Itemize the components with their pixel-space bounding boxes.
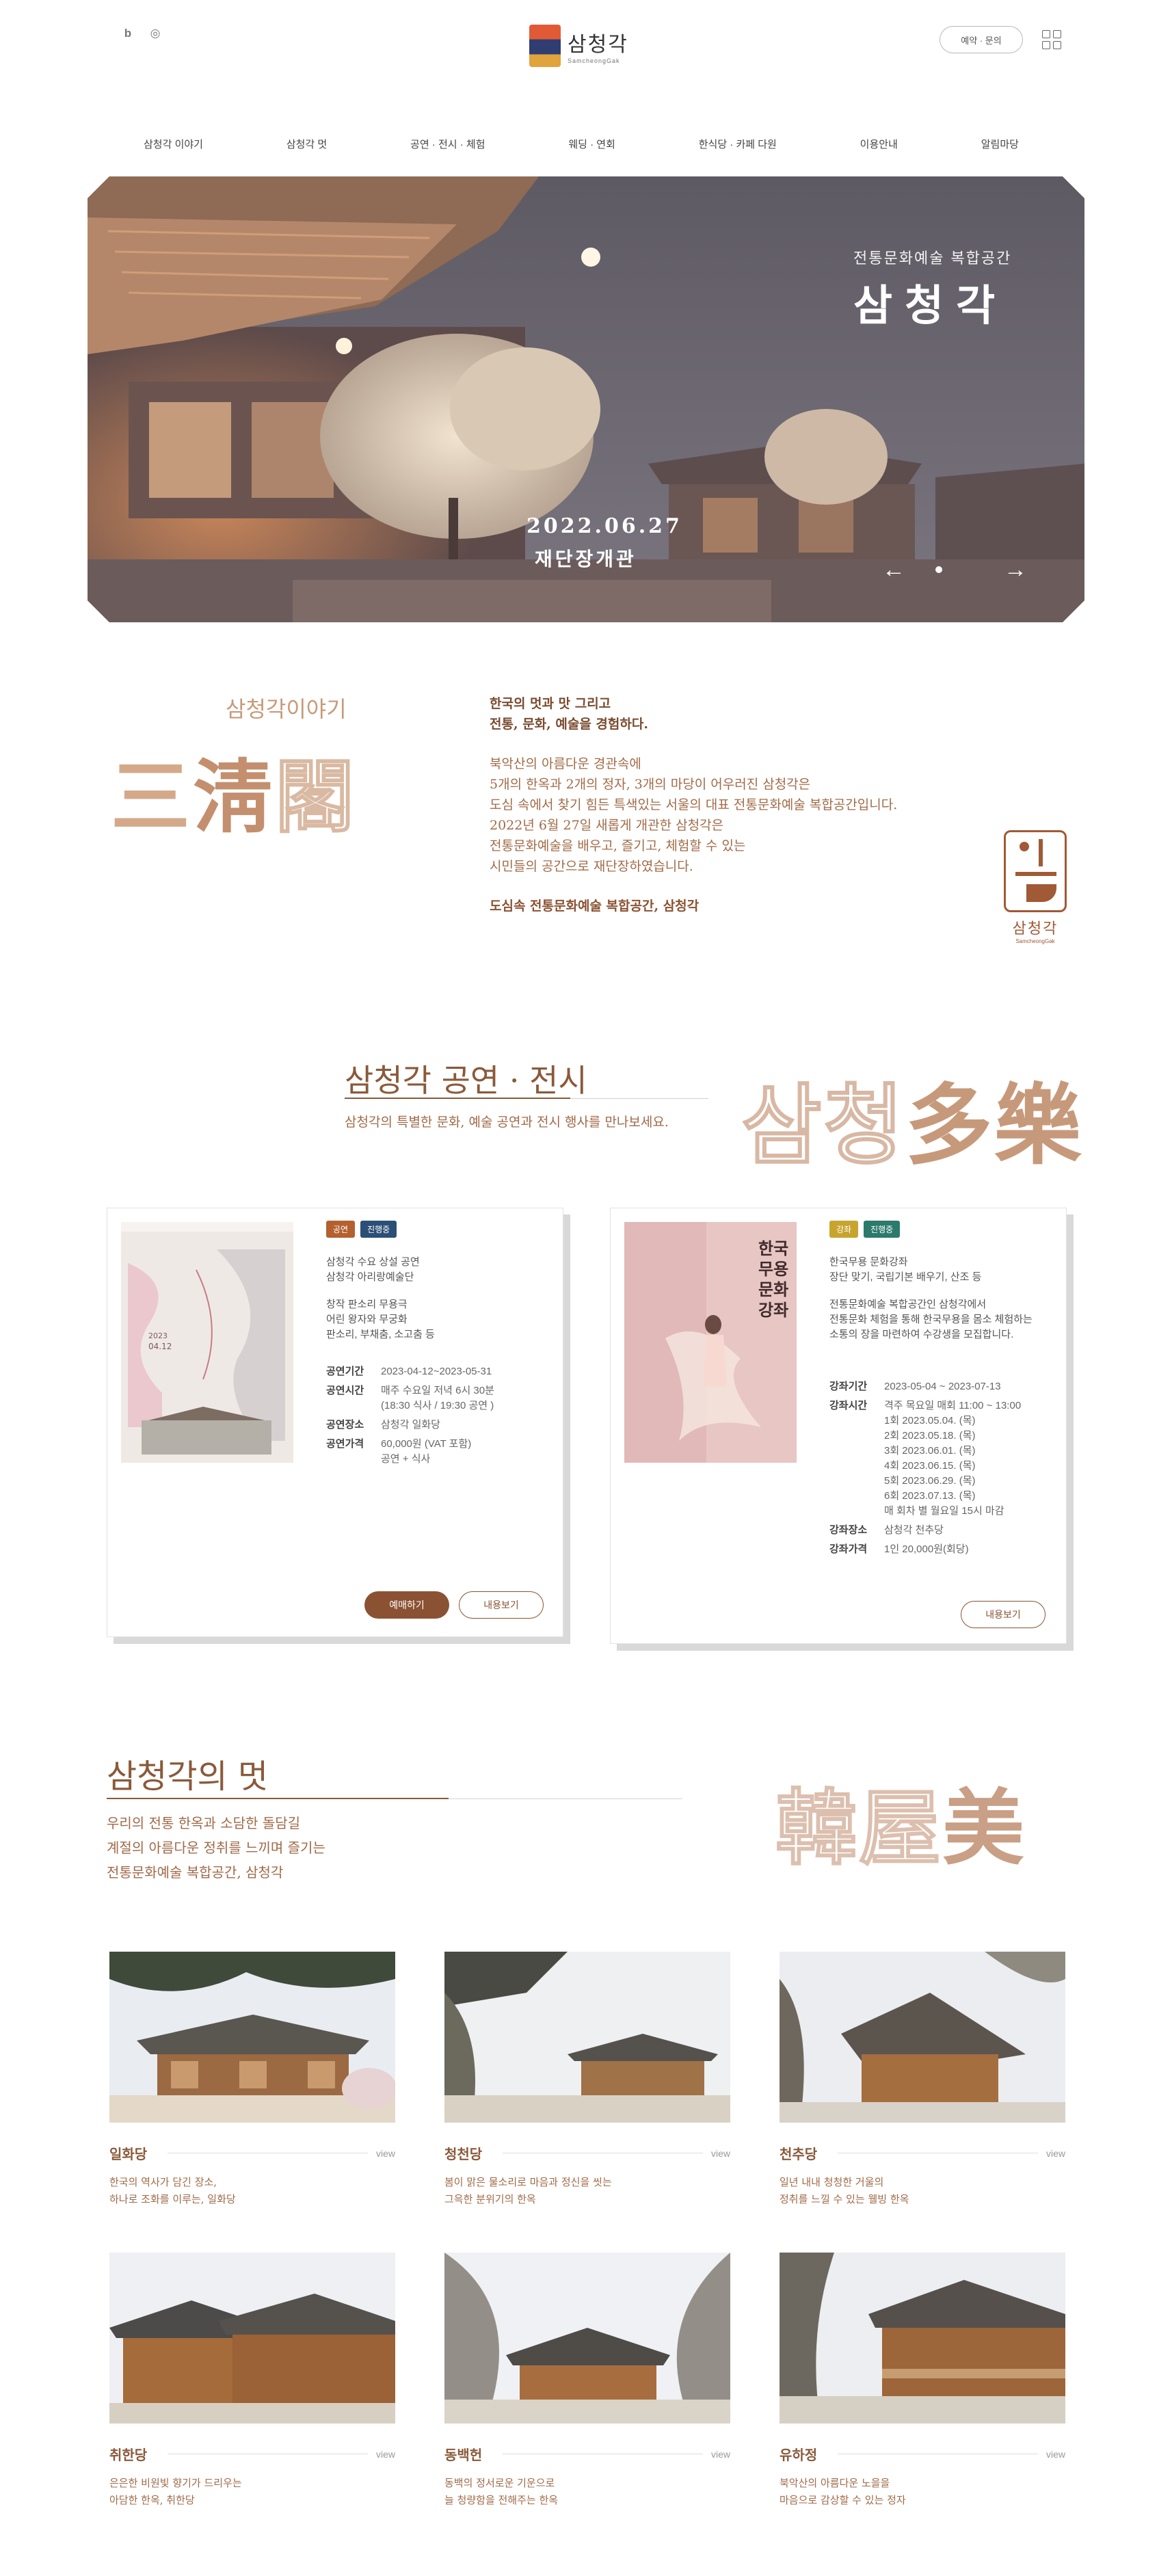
building-photo [780,1952,1065,2123]
hero-prev-arrow-icon[interactable]: ← [882,557,905,583]
blog-icon[interactable]: b [122,27,134,40]
performance-poster-image: 2023 04.12 [121,1222,293,1463]
story-text: 한국의 멋과 맛 그리고 전통, 문화, 예술을 경험하다. 북악산의 아름다운… [490,693,968,916]
beauty-deco-text: 韓屋美 [775,1779,1026,1877]
nav-item-beauty[interactable]: 삼청각 멋 [280,134,334,154]
reserve-inquiry-button[interactable]: 예약 · 문의 [940,26,1023,53]
card-badges: 공연 진행중 [326,1221,397,1238]
lecture-poster-title: 한국무용 문화강좌 [758,1238,789,1320]
building-desc: 동백의 정서로운 기운으로 늘 청량함을 전해주는 한옥 [444,2477,559,2506]
hero-title: 삼청각 [853,280,1008,330]
building-photo [444,1952,730,2123]
building-name: 천추당 [780,2146,818,2162]
logo-subtitle: SamcheongGak [568,57,620,64]
card-info-rows: 공연기간 2023-04-12~2023-05-31 공연시간 매주 수요일 저녁 … [326,1366,494,1465]
view-details-button[interactable]: 내용보기 [459,1591,544,1619]
performance-deco-text: 삼청多樂 [741,1074,1083,1178]
view-link[interactable]: view [376,2449,395,2460]
story-body: 북악산의 아름다운 경관속에 5개의 한옥과 2개의 정자, 3개의 마당이 어… [490,756,898,874]
building-card[interactable]: 유하정 view 북악산의 아름다운 노을을 마음으로 감상할 수 있는 정자 [780,2253,1065,2509]
performance-card[interactable]: 2023 04.12 공연 진행중 삼청각 수요 상설 공연 삼청각 아리랑예술… [107,1208,563,1637]
building-name: 유하정 [780,2447,818,2463]
card-intro: 삼청각 수요 상설 공연 삼청각 아리랑예술단 창작 판소리 무용극 어린 왕자… [326,1256,435,1340]
building-name: 일화당 [109,2146,148,2162]
nav-item-restaurant[interactable]: 한식당 · 카페 다원 [692,134,784,154]
social-links: b ◎ [122,27,161,40]
story-lead: 한국의 멋과 맛 그리고 전통, 문화, 예술을 경험하다. [490,696,648,732]
story-section-label: 삼청각이야기 [226,696,347,722]
emblem-mark-icon [1004,830,1067,912]
status-badge: 진행중 [360,1221,397,1238]
performance-section-subtitle: 삼청각의 특별한 문화, 예술 공연과 전시 행사를 만나보세요. [345,1115,669,1130]
view-link[interactable]: view [1046,2449,1065,2460]
category-badge: 강좌 [829,1221,859,1238]
site-logo[interactable]: 삼청각 SamcheongGak [529,25,628,67]
nav-item-guide[interactable]: 이용안내 [853,134,905,154]
nav-item-wedding[interactable]: 웨딩 · 연회 [561,134,622,154]
instagram-icon[interactable]: ◎ [149,27,161,40]
story-hanja-deco: 三淸閣 [111,750,357,845]
hero-date: 2022.06.27 [527,514,682,538]
view-link[interactable]: view [711,2449,730,2460]
card-intro: 한국무용 문화강좌 장단 맞기, 국립기본 배우기, 산조 등 전통문화예술 복… [829,1256,1033,1340]
building-desc: 일년 내내 청청한 거울의 정취를 느낄 수 있는 웰빙 한옥 [780,2176,909,2205]
building-desc: 한국의 역사가 담긴 장소, 하나로 조화를 이루는, 일화당 [109,2176,236,2205]
reserve-button[interactable]: 예매하기 [364,1591,449,1619]
building-photo [444,2253,730,2424]
nav-item-performance[interactable]: 공연 · 전시 · 체험 [403,134,492,154]
category-badge: 공연 [326,1221,356,1238]
logo-title: 삼청각 [568,33,628,57]
hero-next-arrow-icon[interactable]: → [1004,557,1027,583]
building-photo [109,2253,395,2424]
building-name: 취한당 [109,2447,148,2463]
building-desc: 봄이 맑은 물소리로 마음과 정신을 씻는 그윽한 분위기의 한옥 [444,2176,612,2205]
lecture-card[interactable]: 한국무용 문화강좌 강좌 진행중 한국무용 문화강좌 장단 맞기, 국립기본 배… [610,1208,1067,1644]
status-badge: 진행중 [864,1221,901,1238]
card-info-rows: 강좌기간 2023-05-04 ~ 2023-07-13 강좌시간 격주 목요일 매… [829,1381,1022,1555]
lecture-poster-image: 한국무용 문화강좌 [624,1222,797,1463]
svg-text:04.12: 04.12 [148,1342,172,1351]
beauty-section-title: 삼청각의 멋 [107,1757,269,1796]
building-card[interactable]: 일화당 view 한국의 역사가 담긴 장소, 하나로 조화를 이루는, 일화당 [109,1952,395,2208]
view-link[interactable]: view [1046,2148,1065,2159]
hero-subtitle: 전통문화예술 복합공간 [853,250,1012,267]
view-link[interactable]: view [376,2148,395,2159]
hero-pagination-dot[interactable] [935,566,942,573]
view-link[interactable]: view [711,2148,730,2159]
story-tagline: 도심속 전통문화예술 복합공간, 삼청각 [490,899,700,914]
building-card[interactable]: 취한당 view 은은한 비원빛 향기가 드리우는 아담한 한옥, 취한당 [109,2253,395,2509]
hero-location: 재단장개관 [535,548,637,570]
performance-title-divider [345,1098,708,1099]
building-desc: 은은한 비원빛 향기가 드리우는 아담한 한옥, 취한당 [109,2477,242,2506]
building-card[interactable]: 천추당 view 일년 내내 청청한 거울의 정취를 느낄 수 있는 웰빙 한옥 [780,1952,1065,2208]
view-details-button[interactable]: 내용보기 [961,1601,1046,1628]
samcheonggak-emblem: 삼청각 SamcheongGak [1004,830,1067,944]
building-photo [109,1952,395,2123]
building-photo [780,2253,1065,2424]
building-card[interactable]: 동백헌 view 동백의 정서로운 기운으로 늘 청량함을 전해주는 한옥 [444,2253,730,2509]
building-card[interactable]: 청천당 view 봄이 맑은 물소리로 마음과 정신을 씻는 그윽한 분위기의 … [444,1952,730,2208]
menu-grid-icon[interactable] [1042,30,1061,49]
logo-mark-icon [529,25,561,67]
nav-item-notice[interactable]: 알림마당 [974,134,1026,154]
building-desc: 북악산의 아름다운 노을을 마음으로 감상할 수 있는 정자 [780,2477,906,2506]
main-nav: 삼청각 이야기 삼청각 멋 공연 · 전시 · 체험 웨딩 · 연회 한식당 ·… [137,134,1026,154]
performance-section-title: 삼청각 공연 · 전시 [345,1062,587,1099]
beauty-title-divider [107,1798,682,1799]
beauty-section-subtitle: 우리의 전통 한옥과 소담한 돌담길 계절의 아름다운 정취를 느끼며 즐기는 … [107,1815,325,1881]
card-badges: 강좌 진행중 [829,1221,901,1238]
building-name: 동백헌 [444,2447,483,2463]
svg-text:2023: 2023 [148,1331,168,1340]
nav-item-story[interactable]: 삼청각 이야기 [137,134,210,154]
building-name: 청천당 [444,2146,483,2162]
